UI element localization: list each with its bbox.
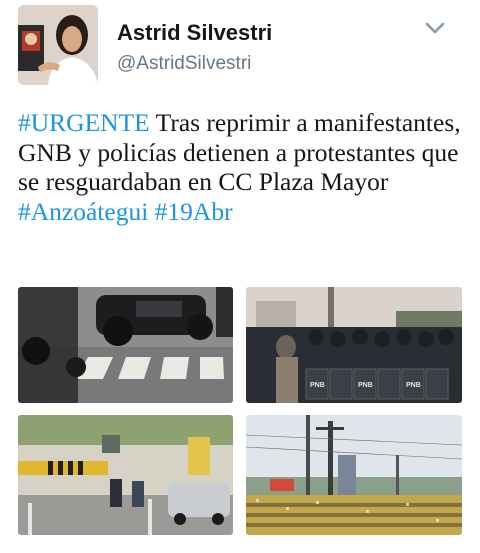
shield-label: PNB xyxy=(358,382,373,389)
author-handle[interactable]: @AstridSilvestri xyxy=(117,53,251,75)
shield-label: PNB xyxy=(310,382,325,389)
avatar[interactable] xyxy=(18,5,98,85)
author-name[interactable]: Astrid Silvestri xyxy=(117,20,272,46)
photo-mall-entrance[interactable] xyxy=(18,415,233,535)
shield-label: PNB xyxy=(406,382,421,389)
chevron-down-icon[interactable] xyxy=(424,20,446,36)
photo-crowd[interactable] xyxy=(246,415,462,535)
photo-motorcycles[interactable] xyxy=(18,287,233,403)
hashtag-19abr[interactable]: #19Abr xyxy=(155,197,233,226)
hashtag-urgente[interactable]: #URGENTE xyxy=(18,108,150,137)
tweet-text: #URGENTE Tras reprimir a manifestantes, … xyxy=(18,108,466,226)
photo-police-line[interactable]: PNB PNB PNB xyxy=(246,287,462,403)
avatar-image xyxy=(18,5,98,85)
hashtag-anzoategui[interactable]: #Anzoátegui xyxy=(18,197,148,226)
